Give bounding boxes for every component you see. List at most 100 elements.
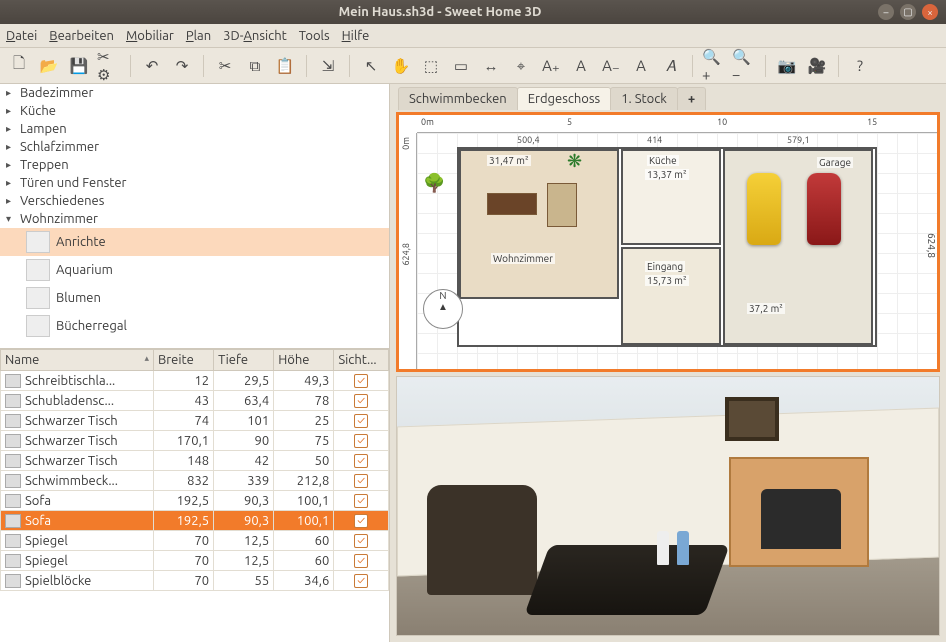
- menu-3d-ansicht[interactable]: 3D-Ansicht: [223, 29, 287, 43]
- furniture-table-wrap[interactable]: NameBreiteTiefeHöheSicht...Schreibtischl…: [0, 349, 389, 642]
- create-walls-button[interactable]: ⬚: [418, 53, 444, 79]
- text-button[interactable]: A: [628, 53, 654, 79]
- table-row[interactable]: Schreibtischla...1229,549,3✓: [1, 371, 389, 391]
- catalog-item[interactable]: Anrichte: [0, 228, 389, 256]
- visibility-checkbox[interactable]: ✓: [354, 374, 368, 388]
- ruler-horizontal: 0m 5 10 15: [417, 115, 937, 133]
- visibility-checkbox[interactable]: ✓: [354, 474, 368, 488]
- level-tab[interactable]: Erdgeschoss: [517, 87, 611, 110]
- create-polyline-button[interactable]: ⌖: [508, 53, 534, 79]
- catalog-category[interactable]: ▸Badezimmer: [0, 84, 389, 102]
- catalog-item-label: Aquarium: [56, 263, 113, 277]
- 3d-view[interactable]: [396, 376, 940, 636]
- plan-view[interactable]: 0m 5 10 15 0m 624,8 500,4 414 579,1 31,4…: [396, 112, 940, 372]
- column-header[interactable]: Name: [1, 350, 154, 371]
- table-row[interactable]: Spiegel7012,560✓: [1, 551, 389, 571]
- catalog-item[interactable]: Bücherregal: [0, 312, 389, 340]
- text-italic-button[interactable]: A₋: [598, 53, 624, 79]
- cell-depth: 90: [214, 431, 274, 451]
- video-button[interactable]: 🎥: [804, 53, 830, 79]
- paste-button[interactable]: 📋: [272, 53, 298, 79]
- text-style-button[interactable]: 𝐴: [658, 53, 684, 79]
- level-tab[interactable]: 1. Stock: [610, 87, 678, 110]
- catalog-category[interactable]: ▸Treppen: [0, 156, 389, 174]
- cell-height: 212,8: [274, 471, 334, 491]
- cell-height: 100,1: [274, 491, 334, 511]
- furniture-sofa[interactable]: [487, 193, 537, 215]
- visibility-checkbox[interactable]: ✓: [354, 394, 368, 408]
- plan-canvas[interactable]: 500,4 414 579,1 31,47 m² Wohnzimmer ❋ Kü…: [417, 133, 937, 369]
- car-red[interactable]: [807, 173, 841, 245]
- catalog-category[interactable]: ▸Verschiedenes: [0, 192, 389, 210]
- visibility-checkbox[interactable]: ✓: [354, 534, 368, 548]
- table-row[interactable]: Sofa192,590,3100,1✓: [1, 491, 389, 511]
- select-button[interactable]: ↖: [358, 53, 384, 79]
- dimension-label: 500,4: [517, 135, 540, 145]
- table-row[interactable]: Schubladensc...4363,478✓: [1, 391, 389, 411]
- maximize-button[interactable]: ▢: [900, 4, 916, 20]
- compass-icon[interactable]: N▲: [423, 289, 463, 329]
- column-header[interactable]: Höhe: [274, 350, 334, 371]
- table-row[interactable]: Spiegel7012,560✓: [1, 531, 389, 551]
- level-tab[interactable]: Schwimmbecken: [398, 87, 518, 110]
- menu-mobiliar[interactable]: Mobiliar: [126, 29, 174, 43]
- table-row[interactable]: Spielblöcke705534,6✓: [1, 571, 389, 591]
- visibility-checkbox[interactable]: ✓: [354, 494, 368, 508]
- text-bold-button[interactable]: A: [568, 53, 594, 79]
- text-small-button[interactable]: A₊: [538, 53, 564, 79]
- catalog-category[interactable]: ▸Küche: [0, 102, 389, 120]
- pan-button[interactable]: ✋: [388, 53, 414, 79]
- column-header[interactable]: Breite: [154, 350, 214, 371]
- copy-button[interactable]: ⧉: [242, 53, 268, 79]
- visibility-checkbox[interactable]: ✓: [354, 574, 368, 588]
- room-label: Eingang: [645, 261, 685, 272]
- visibility-checkbox[interactable]: ✓: [354, 414, 368, 428]
- column-header[interactable]: Sicht...: [334, 350, 389, 371]
- car-yellow[interactable]: [747, 173, 781, 245]
- visibility-checkbox[interactable]: ✓: [354, 514, 368, 528]
- undo-button[interactable]: ↶: [139, 53, 165, 79]
- room-label: Garage: [817, 157, 853, 168]
- catalog-item[interactable]: Aquarium: [0, 256, 389, 284]
- catalog-item[interactable]: Blumen: [0, 284, 389, 312]
- menu-hilfe[interactable]: Hilfe: [342, 29, 370, 43]
- add-level-button[interactable]: +: [677, 87, 706, 110]
- table-row[interactable]: Schwarzer Tisch170,19075✓: [1, 431, 389, 451]
- new-doc-button[interactable]: 🗋: [6, 53, 32, 79]
- table-row[interactable]: Schwarzer Tisch1484250✓: [1, 451, 389, 471]
- cut-button[interactable]: ✂: [212, 53, 238, 79]
- visibility-checkbox[interactable]: ✓: [354, 454, 368, 468]
- cell-width: 70: [154, 531, 214, 551]
- close-button[interactable]: ×: [922, 4, 938, 20]
- zoom-out-button[interactable]: 🔍−: [731, 53, 757, 79]
- table-row[interactable]: Schwarzer Tisch7410125✓: [1, 411, 389, 431]
- menu-tools[interactable]: Tools: [299, 29, 330, 43]
- visibility-checkbox[interactable]: ✓: [354, 554, 368, 568]
- furniture-catalog[interactable]: ▸Badezimmer▸Küche▸Lampen▸Schlafzimmer▸Tr…: [0, 84, 389, 349]
- catalog-category[interactable]: ▾Wohnzimmer: [0, 210, 389, 228]
- save-doc-button[interactable]: 💾: [66, 53, 92, 79]
- menu-bearbeiten[interactable]: Bearbeiten: [49, 29, 114, 43]
- visibility-checkbox[interactable]: ✓: [354, 434, 368, 448]
- open-doc-button[interactable]: 📂: [36, 53, 62, 79]
- menu-datei[interactable]: Datei: [6, 29, 37, 43]
- catalog-category[interactable]: ▸Türen und Fenster: [0, 174, 389, 192]
- menu-plan[interactable]: Plan: [186, 29, 211, 43]
- furniture-rug[interactable]: [547, 183, 577, 227]
- table-row[interactable]: Sofa192,590,3100,1✓: [1, 511, 389, 531]
- minimize-button[interactable]: –: [878, 4, 894, 20]
- help-button[interactable]: ?: [847, 53, 873, 79]
- preferences-button[interactable]: ✂⚙: [96, 53, 122, 79]
- cell-height: 60: [274, 551, 334, 571]
- catalog-category[interactable]: ▸Lampen: [0, 120, 389, 138]
- create-dimensions-button[interactable]: ↔: [478, 53, 504, 79]
- add-furniture-button[interactable]: ⇲: [315, 53, 341, 79]
- catalog-category[interactable]: ▸Schlafzimmer: [0, 138, 389, 156]
- cell-height: 75: [274, 431, 334, 451]
- create-rooms-button[interactable]: ▭: [448, 53, 474, 79]
- photo-button[interactable]: 📷: [774, 53, 800, 79]
- zoom-in-button[interactable]: 🔍+: [701, 53, 727, 79]
- column-header[interactable]: Tiefe: [214, 350, 274, 371]
- table-row[interactable]: Schwimmbeck...832339212,8✓: [1, 471, 389, 491]
- redo-button[interactable]: ↷: [169, 53, 195, 79]
